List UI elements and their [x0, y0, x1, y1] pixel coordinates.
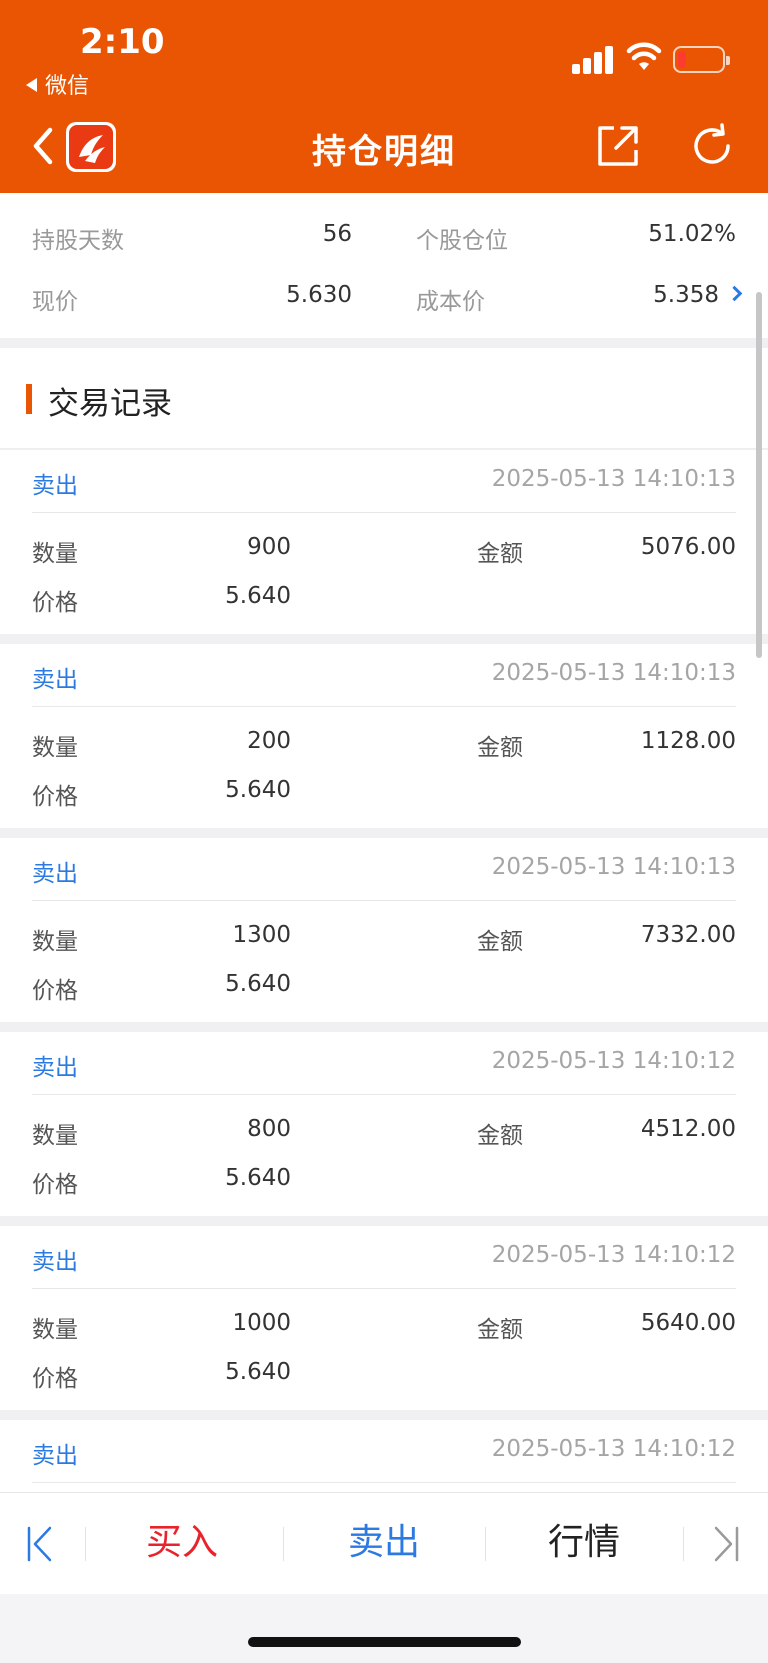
battery-icon: [673, 46, 730, 73]
price-value: 5.640: [225, 1165, 291, 1191]
divider: [32, 1094, 736, 1095]
section-title: 交易记录: [48, 386, 172, 422]
quantity-label: 数量: [32, 929, 78, 955]
last-stock-icon[interactable]: [712, 1525, 742, 1563]
refresh-icon[interactable]: [688, 122, 736, 170]
home-indicator-area: [0, 1594, 768, 1663]
quantity-label: 数量: [32, 541, 78, 567]
trade-type: 卖出: [32, 667, 78, 693]
status-time: 2:10: [80, 22, 165, 62]
amount-label: 金额: [477, 1123, 523, 1149]
amount-value: 5640.00: [640, 1310, 736, 1336]
trade-time: 2025-05-13 14:10:12: [491, 1048, 736, 1074]
price-label: 价格: [32, 1366, 78, 1392]
price-value: 5.640: [225, 971, 291, 997]
cost-price-value: 5.358: [653, 282, 719, 308]
trade-record[interactable]: 卖出 2025-05-13 14:10:12 数量 1000 金额 5640.0…: [0, 1226, 768, 1410]
bottom-toolbar: 买入 卖出 行情: [0, 1492, 768, 1594]
chevron-right-icon: [726, 285, 743, 302]
price-label: 价格: [32, 978, 78, 1004]
holding-days-value: 56: [322, 221, 352, 247]
quote-button[interactable]: 行情: [494, 1515, 674, 1571]
trade-type: 卖出: [32, 861, 78, 887]
trade-record[interactable]: 卖出 2025-05-13 14:10:12 数量 800 金额 4512.00…: [0, 1032, 768, 1216]
toolbar-divider: [683, 1527, 684, 1561]
quantity-value: 1300: [232, 922, 291, 948]
back-app-label: 微信: [45, 74, 90, 99]
quantity-value: 200: [247, 728, 291, 754]
position-summary: 持股天数 56 个股仓位 51.02% 现价 5.630 成本价 5.358: [0, 193, 768, 338]
amount-value: 5076.00: [640, 534, 736, 560]
trade-time: 2025-05-13 14:10:12: [491, 1242, 736, 1268]
section-accent-bar: [26, 384, 32, 414]
price-value: 5.640: [225, 777, 291, 803]
back-to-wechat-link[interactable]: 微信: [26, 68, 89, 100]
amount-label: 金额: [477, 929, 523, 955]
amount-value: 1128.00: [640, 728, 736, 754]
back-triangle-icon: [26, 78, 37, 92]
amount-label: 金额: [477, 541, 523, 567]
scrollbar[interactable]: [756, 292, 762, 658]
position-ratio-label: 个股仓位: [416, 228, 508, 254]
quantity-value: 1000: [232, 1310, 291, 1336]
current-price-value: 5.630: [286, 282, 352, 308]
cellular-signal-icon: [572, 44, 614, 74]
trade-time: 2025-05-13 14:10:13: [491, 854, 736, 880]
sell-button[interactable]: 卖出: [292, 1515, 476, 1571]
price-value: 5.640: [225, 583, 291, 609]
trade-records-section-header: 交易记录: [0, 348, 768, 449]
trade-record[interactable]: 卖出 2025-05-13 14:10:13 数量 1300 金额 7332.0…: [0, 838, 768, 1022]
trade-time: 2025-05-13 14:10:13: [491, 466, 736, 492]
quantity-label: 数量: [32, 1123, 78, 1149]
price-label: 价格: [32, 590, 78, 616]
position-ratio-value: 51.02%: [648, 221, 736, 247]
amount-value: 7332.00: [640, 922, 736, 948]
divider: [32, 1482, 736, 1483]
divider: [32, 706, 736, 707]
amount-value: 4512.00: [640, 1116, 736, 1142]
trade-type: 卖出: [32, 1249, 78, 1275]
wifi-icon: [626, 42, 662, 70]
trade-time: 2025-05-13 14:10:13: [491, 660, 736, 686]
price-label: 价格: [32, 784, 78, 810]
share-icon[interactable]: [594, 122, 642, 170]
trade-time: 2025-05-13 14:10:12: [491, 1436, 736, 1462]
trade-record[interactable]: 卖出 2025-05-13 14:10:13 数量 200 金额 1128.00…: [0, 644, 768, 828]
amount-label: 金额: [477, 1317, 523, 1343]
trade-records-list: 卖出 2025-05-13 14:10:13 数量 900 金额 5076.00…: [0, 450, 768, 1614]
page-title: 持仓明细: [312, 132, 456, 172]
trade-type: 卖出: [32, 473, 78, 499]
buy-button[interactable]: 买入: [92, 1515, 272, 1571]
current-price-label: 现价: [32, 289, 78, 315]
price-value: 5.640: [225, 1359, 291, 1385]
first-stock-icon[interactable]: [24, 1525, 54, 1563]
quantity-label: 数量: [32, 735, 78, 761]
holding-days-label: 持股天数: [32, 228, 124, 254]
cost-price-label: 成本价: [416, 289, 485, 315]
toolbar-divider: [283, 1527, 284, 1561]
trade-record[interactable]: 卖出 2025-05-13 14:10:13 数量 900 金额 5076.00…: [0, 450, 768, 634]
toolbar-divider: [85, 1527, 86, 1561]
cost-price-link[interactable]: 5.358: [653, 282, 743, 308]
amount-label: 金额: [477, 735, 523, 761]
quantity-value: 800: [247, 1116, 291, 1142]
divider: [32, 512, 736, 513]
toolbar-divider: [485, 1527, 486, 1561]
quantity-value: 900: [247, 534, 291, 560]
trade-type: 卖出: [32, 1055, 78, 1081]
app-header: 2:10 微信 持仓明细: [0, 0, 768, 193]
quantity-label: 数量: [32, 1317, 78, 1343]
trade-type: 卖出: [32, 1443, 78, 1469]
home-indicator[interactable]: [248, 1637, 521, 1647]
divider: [32, 900, 736, 901]
price-label: 价格: [32, 1172, 78, 1198]
divider: [32, 1288, 736, 1289]
